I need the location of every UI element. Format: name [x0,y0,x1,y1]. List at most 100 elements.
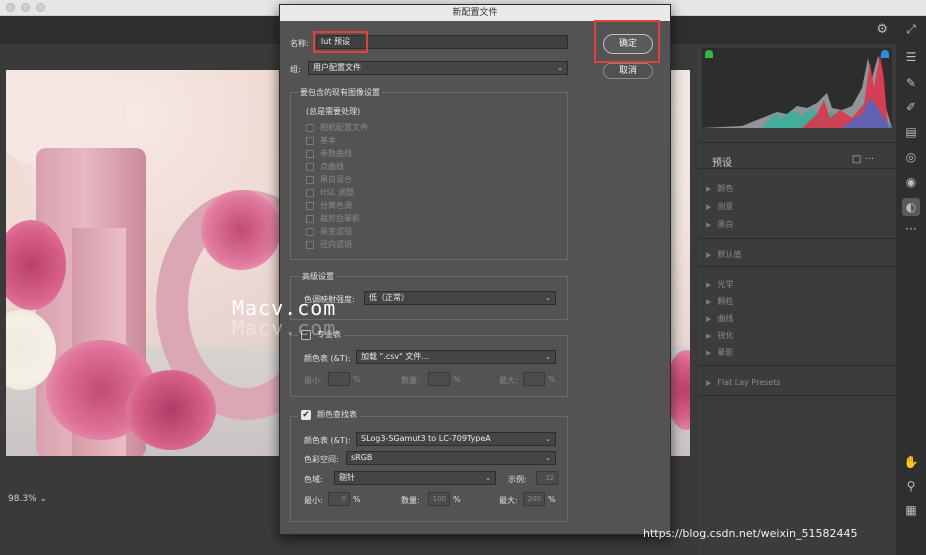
checkmark-icon[interactable]: ✔ [301,409,311,420]
pen-icon[interactable]: ✐ [902,98,920,116]
chevron-down-icon: ⌄ [545,454,551,462]
lut-space-label: 色彩空间: [304,455,339,464]
lut-space-select[interactable]: sRGB ⌄ [346,451,556,465]
dialog-title: 新配置文件 [280,5,670,21]
lut-min-input[interactable]: 0 [328,492,350,506]
preset-group-optics[interactable]: ▶ 光学 [706,279,733,290]
histogram-graph [702,54,892,128]
checkbox[interactable] [306,175,314,184]
include-item-bw-mix[interactable]: 黑白混合 [306,174,352,185]
preset-group-default[interactable]: ▶ 默认值 [706,249,741,260]
preset-group-creative[interactable]: ▶ 创意 [706,201,733,212]
mask-icon[interactable]: ◐ [902,198,920,216]
lut-sample-input[interactable]: 32 [536,471,558,485]
chevron-right-icon: ▶ [706,298,712,306]
checkbox[interactable] [306,240,314,249]
zoom-window-button[interactable] [36,3,45,12]
section1-count-input[interactable] [428,372,450,386]
checkbox[interactable] [306,149,314,158]
lut-gamut-select-value: 剔针 [339,473,355,482]
lut-max-input[interactable]: 200 [523,492,545,506]
source-credit: https://blog.csdn.net/weixin_51582445 [643,527,858,540]
lut-max-unit: % [548,495,556,504]
chevron-right-icon: ▶ [706,251,712,259]
include-item-basic[interactable]: 基本 [306,135,336,146]
minimize-window-button[interactable] [21,3,30,12]
tone-map-select-value: 低（正常） [369,293,409,302]
lut-count-unit: % [453,495,461,504]
lut-max-label: 最大: [499,496,518,505]
more-icon[interactable]: ··· [902,220,920,238]
preset-group-color[interactable]: ▶ 颜色 [706,183,733,194]
preset-group-grain[interactable]: ▶ 颗粒 [706,296,733,307]
include-item-radial-filter[interactable]: 径向滤镜 [306,239,352,250]
section1-min-unit: % [353,375,361,384]
pink-rose [201,190,281,270]
lut-table-select-value: SLog3-SGamut3 to LC-709TypeA [361,434,491,443]
group-select[interactable]: 用户配置文件 ⌄ [308,61,568,75]
chevron-right-icon: ▶ [706,379,712,387]
checkbox[interactable] [306,123,314,132]
watermark-shadow-text: Macv.com [232,316,337,340]
chevron-right-icon: ▶ [706,281,712,289]
close-window-button[interactable] [6,3,15,12]
hand-icon[interactable]: ✋ [902,453,920,471]
eyedropper-icon[interactable]: ⚲ [902,477,920,495]
expand-icon[interactable]: ⤢ [902,20,920,38]
preset-group-flat-lay[interactable]: ▶ Flat Lay Presets [706,378,781,387]
include-item-split-toning[interactable]: 分离色调 [306,200,352,211]
include-item-post-crop-vignette[interactable]: 裁剪后晕影 [306,213,360,224]
panel-divider [698,142,896,143]
gear-icon[interactable]: ⚙ [876,22,888,37]
chevron-down-icon: ⌄ [485,474,491,482]
section1-min-label: 最小: [304,376,323,385]
radial-icon[interactable]: ◎ [902,148,920,166]
cancel-button[interactable]: 取消 [603,63,653,79]
brush-icon[interactable]: ✎ [902,74,920,92]
lut-space-select-value: sRGB [351,453,373,462]
tone-map-select[interactable]: 低（正常） ⌄ [364,291,556,305]
lut-table-label: 颜色表 (&T): [304,436,351,445]
lut-gamut-select[interactable]: 剔针 ⌄ [334,471,496,485]
lut-min-unit: % [353,495,361,504]
lut-table-select[interactable]: SLog3-SGamut3 to LC-709TypeA ⌄ [356,432,556,446]
section1-table-select[interactable]: 加载 ".csv" 文件... ⌄ [356,350,556,364]
preset-group-sharpen[interactable]: ▶ 锐化 [706,330,733,341]
chevron-down-icon: ⌄ [545,353,551,361]
include-item-graduated-filter[interactable]: 渐变滤镜 [306,226,352,237]
ok-highlight-box [594,20,660,63]
eye-icon[interactable]: ◉ [902,173,920,191]
include-item-point-curve[interactable]: 点曲线 [306,161,344,172]
preset-group-vignette[interactable]: ▶ 晕影 [706,347,733,358]
chevron-down-icon: ⌄ [545,294,551,302]
section1-max-unit: % [548,375,556,384]
grid-icon[interactable]: ▦ [902,501,920,519]
lut-count-input[interactable]: 100 [428,492,450,506]
presets-title: 预设 [712,158,732,169]
section1-table-select-value: 加载 ".csv" 文件... [361,352,429,361]
include-item-hsl[interactable]: HSL 调整 [306,187,354,198]
checkbox[interactable] [306,162,314,171]
lut-enable[interactable]: ✔ 颜色查找表 [298,409,360,420]
section1-count-unit: % [453,375,461,384]
checkbox[interactable] [306,214,314,223]
checkbox[interactable] [306,201,314,210]
checkbox[interactable] [306,227,314,236]
panel-divider [698,395,896,396]
section1-count-label: 数量: [401,376,420,385]
sliders-icon[interactable]: ☰ [902,48,920,66]
gradient-icon[interactable]: ▤ [902,123,920,141]
section1-min-input[interactable] [328,372,350,386]
preset-group-bw[interactable]: ▶ 黑白 [706,219,733,230]
checkbox[interactable] [306,188,314,197]
include-item-camera-profile[interactable]: 相机配置文件 [306,122,368,133]
section1-max-input[interactable] [523,372,545,386]
always-process-note: (总是需要处理) [306,107,361,116]
presets-menu-icon[interactable]: □ ··· [852,154,874,165]
checkbox[interactable] [306,136,314,145]
include-item-parametric-curve[interactable]: 参数曲线 [306,148,352,159]
histogram [702,48,892,128]
tool-strip: ⤢ ☰ ✎ ✐ ▤ ◎ ◉ ◐ ··· ✋ ⚲ ▦ [896,16,926,555]
preset-group-curve[interactable]: ▶ 曲线 [706,313,733,324]
zoom-level-select[interactable]: 98.3% ⌄ [8,494,47,504]
